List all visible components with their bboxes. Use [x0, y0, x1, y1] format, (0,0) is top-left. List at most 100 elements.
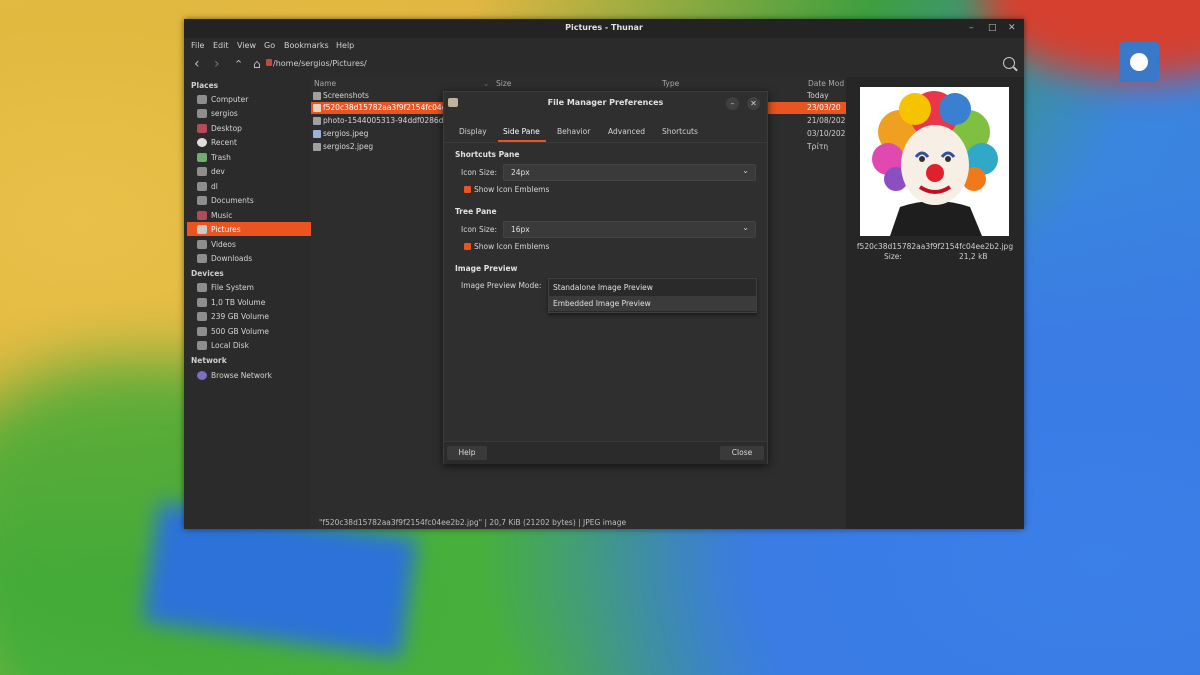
sidebar-item-videos[interactable]: Videos: [187, 237, 311, 251]
tab-shortcuts[interactable]: Shortcuts: [662, 127, 698, 136]
titlebar: Pictures - Thunar – □ ✕: [184, 19, 1024, 38]
sidebar-item-trash[interactable]: Trash: [187, 150, 311, 164]
up-icon[interactable]: ⌃: [234, 57, 243, 73]
help-button[interactable]: Help: [447, 446, 487, 460]
trash-icon: [197, 153, 207, 162]
record-indicator[interactable]: [1119, 42, 1159, 82]
option-standalone[interactable]: Standalone Image Preview: [549, 280, 756, 295]
location-path[interactable]: /home/sergios/Pictures/: [273, 59, 367, 68]
tab-side-pane[interactable]: Side Pane: [503, 127, 540, 136]
sidebar-item-music[interactable]: Music: [187, 208, 311, 222]
sidebar-item-documents[interactable]: Documents: [187, 193, 311, 207]
maximize-button[interactable]: □: [988, 23, 997, 33]
close-window-button[interactable]: ✕: [1008, 23, 1016, 33]
downloads-icon: [197, 254, 207, 263]
sidebar-item-label: 500 GB Volume: [211, 327, 269, 336]
music-icon: [197, 211, 207, 220]
menu-edit[interactable]: Edit: [213, 41, 229, 50]
sidebar-item-label: sergios: [211, 109, 238, 118]
option-label: Standalone Image Preview: [553, 283, 653, 292]
sidebar-item-label: Recent: [211, 138, 237, 147]
file-date: Today: [807, 91, 829, 100]
back-icon[interactable]: ‹: [194, 56, 200, 72]
preview-image: [860, 87, 1009, 236]
sidebar-item-label: Local Disk: [211, 341, 249, 350]
file-date: Τρίτη: [807, 142, 829, 151]
sidebar-item-dev[interactable]: dev: [187, 164, 311, 178]
sidebar-item-label: Documents: [211, 196, 254, 205]
folder-icon: [197, 182, 207, 191]
preview-size-label: Size:: [884, 252, 902, 261]
sidebar-item-browse-network[interactable]: Browse Network: [187, 368, 311, 382]
sidebar-item-pictures[interactable]: Pictures: [187, 222, 311, 236]
menu-file[interactable]: File: [191, 41, 204, 50]
sidebar-item-file-system[interactable]: File System: [187, 280, 311, 294]
column-date[interactable]: Date Mod: [808, 79, 844, 88]
devices-heading: Devices: [191, 269, 224, 278]
tree-icon-size-label: Icon Size:: [461, 225, 497, 234]
shortcuts-icon-size-select[interactable]: 24px ⌄: [503, 164, 756, 181]
file-name: f520c38d15782aa3f9f2154fc04ee2b2.jpg: [323, 103, 448, 112]
minimize-button[interactable]: –: [969, 23, 974, 33]
sidebar-item-label: Downloads: [211, 254, 253, 263]
preferences-dialog: File Manager Preferences – ✕ Display Sid…: [443, 91, 768, 464]
home-icon[interactable]: ⌂: [253, 56, 261, 72]
sidebar-item-downloads[interactable]: Downloads: [187, 251, 311, 265]
select-value: 24px: [511, 168, 530, 177]
column-size[interactable]: Size: [496, 79, 511, 88]
shortcuts-emblems-checkbox[interactable]: [464, 186, 471, 193]
forward-icon[interactable]: ›: [214, 56, 220, 72]
toolbar: ‹ › ⌃ ⌂ /home/sergios/Pictures/: [184, 53, 1024, 77]
shortcuts-emblems-label: Show Icon Emblems: [474, 185, 550, 194]
dialog-minimize-button[interactable]: –: [726, 97, 739, 110]
menu-bookmarks[interactable]: Bookmarks: [284, 41, 329, 50]
sidebar-item-volume-500gb[interactable]: 500 GB Volume: [187, 324, 311, 338]
search-icon[interactable]: [1003, 57, 1015, 69]
places-heading: Places: [191, 81, 219, 90]
tree-icon-size-select[interactable]: 16px ⌄: [503, 221, 756, 238]
column-type[interactable]: Type: [662, 79, 679, 88]
shortcuts-icon-size-label: Icon Size:: [461, 168, 497, 177]
option-embedded[interactable]: Embedded Image Preview: [549, 296, 756, 311]
menu-help[interactable]: Help: [336, 41, 354, 50]
file-name: Screenshots: [323, 91, 369, 100]
sidebar-item-computer[interactable]: Computer: [187, 92, 311, 106]
close-button[interactable]: Close: [720, 446, 764, 460]
image-preview-mode-dropdown[interactable]: Standalone Image Preview Embedded Image …: [548, 278, 757, 313]
image-file-icon: [313, 104, 321, 112]
menu-view[interactable]: View: [237, 41, 256, 50]
menu-go[interactable]: Go: [264, 41, 275, 50]
image-preview-mode-label: Image Preview Mode:: [461, 281, 542, 290]
tab-advanced[interactable]: Advanced: [608, 127, 645, 136]
drive-icon: [197, 298, 207, 307]
preview-filename: f520c38d15782aa3f9f2154fc04ee2b2.jpg: [856, 242, 1014, 251]
status-bar: "f520c38d15782aa3f9f2154fc04ee2b2.jpg" |…: [319, 518, 627, 527]
sidebar-item-label: Videos: [211, 240, 236, 249]
dialog-footer: Help Close: [444, 441, 767, 464]
sidebar-item-home[interactable]: sergios: [187, 106, 311, 120]
select-value: 16px: [511, 225, 530, 234]
image-file-icon: [313, 143, 321, 151]
sidebar-item-label: Desktop: [211, 124, 242, 133]
sidebar-item-label: dl: [211, 182, 218, 191]
dialog-close-icon[interactable]: ✕: [747, 97, 760, 110]
sort-chevron-icon: ⌄: [483, 79, 490, 88]
tab-display[interactable]: Display: [459, 127, 487, 136]
column-name[interactable]: Name: [314, 79, 336, 88]
sidebar-item-recent[interactable]: Recent: [187, 135, 311, 149]
home-folder-icon: [197, 109, 207, 118]
drive-icon: [197, 341, 207, 350]
drive-icon: [197, 283, 207, 292]
sidebar-item-volume-1tb[interactable]: 1,0 TB Volume: [187, 295, 311, 309]
sidebar-item-label: Trash: [211, 153, 231, 162]
drive-icon: [197, 312, 207, 321]
tab-behavior[interactable]: Behavior: [557, 127, 590, 136]
sidebar-item-local-disk[interactable]: Local Disk: [187, 338, 311, 352]
sidebar-item-volume-239gb[interactable]: 239 GB Volume: [187, 309, 311, 323]
file-name: sergios.jpeg: [323, 129, 369, 138]
image-preview-pane: f520c38d15782aa3f9f2154fc04ee2b2.jpg Siz…: [846, 77, 1024, 529]
tree-emblems-checkbox[interactable]: [464, 243, 471, 250]
sidebar-item-desktop[interactable]: Desktop: [187, 121, 311, 135]
record-dot-icon: [1130, 53, 1148, 71]
sidebar-item-dl[interactable]: dl: [187, 179, 311, 193]
